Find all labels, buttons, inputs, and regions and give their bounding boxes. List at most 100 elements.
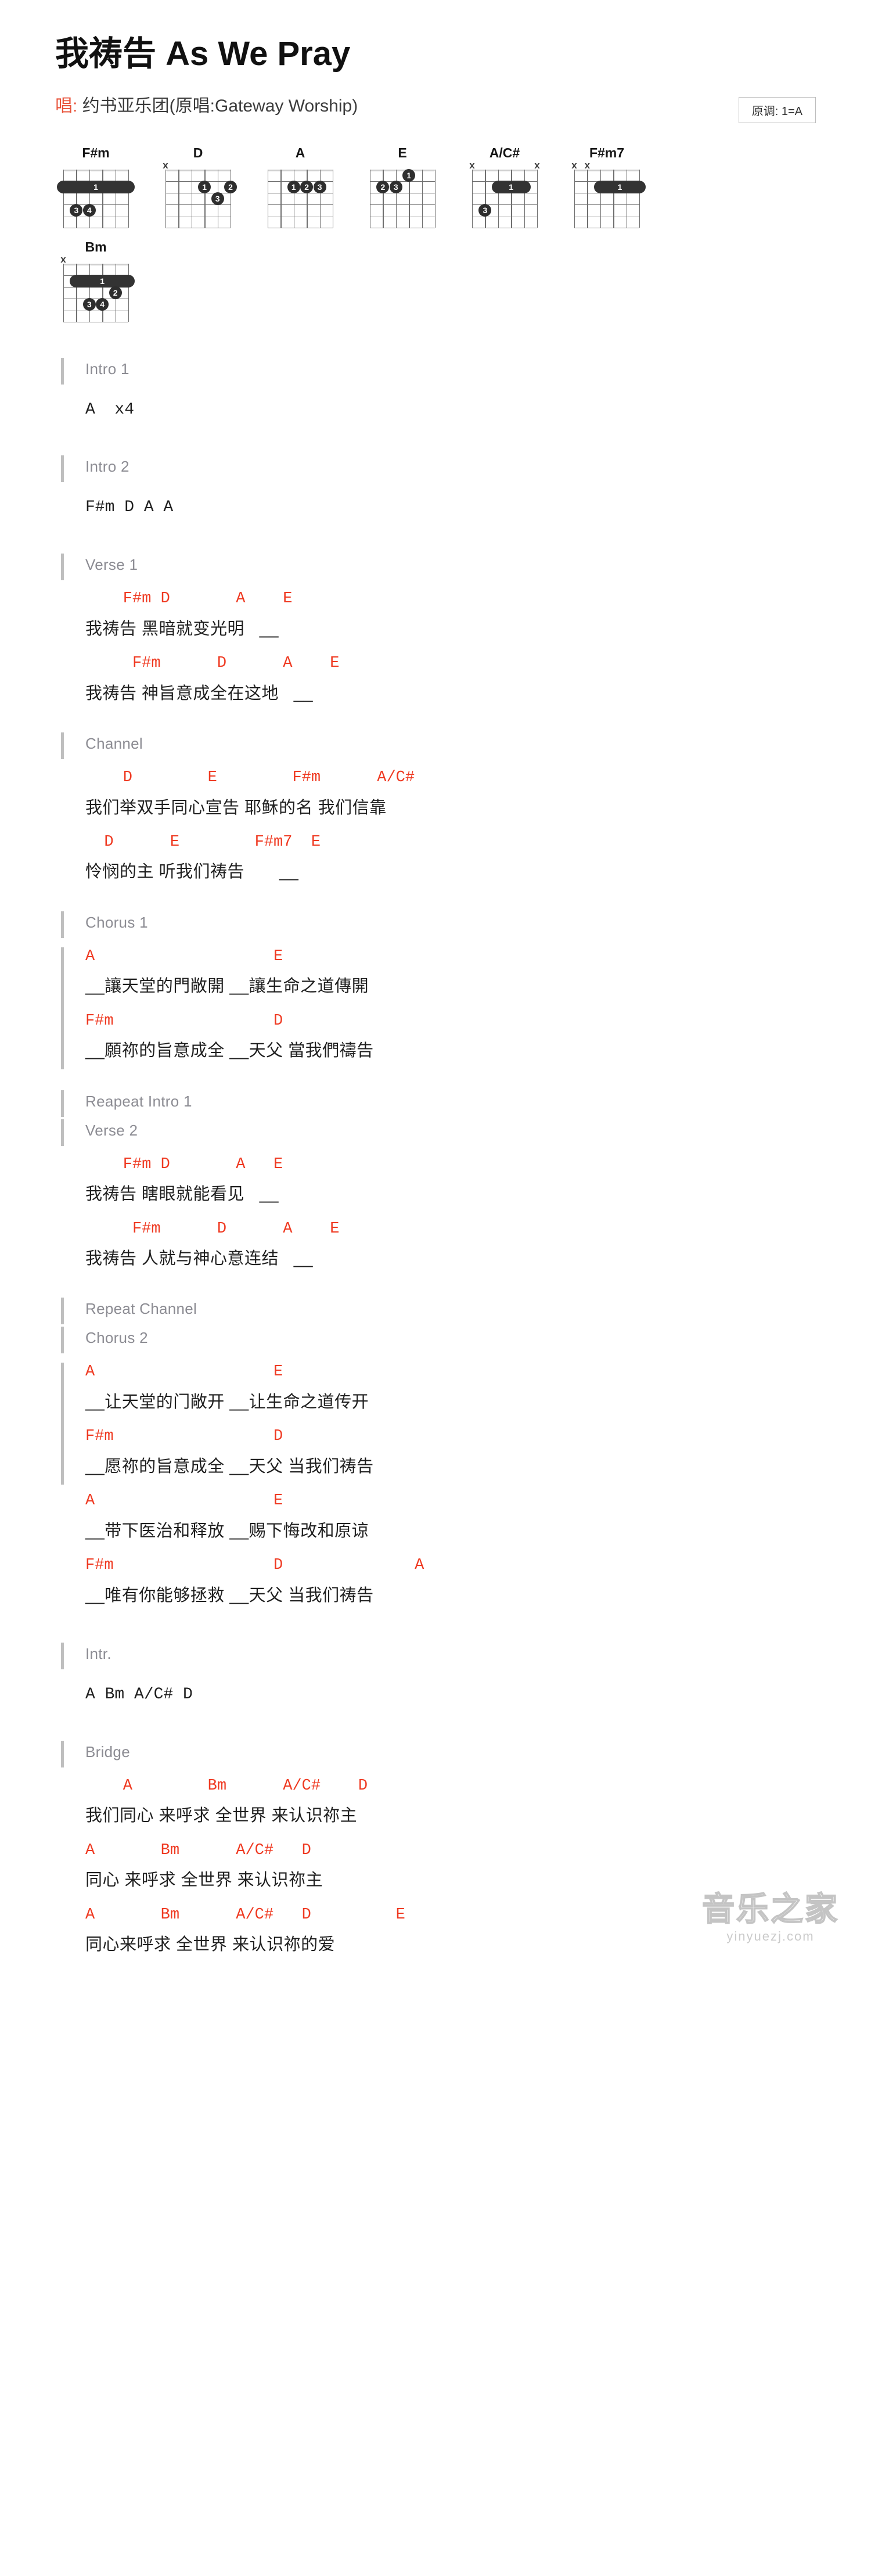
fret-line	[574, 204, 639, 206]
fret-line	[63, 310, 128, 311]
page-title: 我祷告 As We Pray	[55, 35, 351, 73]
chord-diagram-Fm: F#m 1 3 4	[55, 144, 136, 229]
section-verse-2: Verse 2	[55, 1117, 816, 1146]
chord-diagram-name: A	[295, 145, 305, 160]
finger-dot: 1	[198, 180, 211, 193]
nut-line	[574, 169, 639, 171]
chord-line: D E F#m A/C#	[85, 769, 415, 787]
section-label: Chorus 2	[85, 1329, 148, 1347]
lyric-line: __带下医治和释放 __赐下悔改和原谅	[85, 1521, 369, 1540]
chorus-2-content: A E __让天堂的门敞开 __让生命之道传开 F#m D __愿祢的旨意成全 …	[55, 1360, 816, 1623]
section-label: Channel	[85, 735, 143, 753]
mute-x-icon: x	[584, 159, 591, 171]
section-label: Repeat Channel	[85, 1300, 197, 1318]
finger-dot: 2	[376, 180, 390, 193]
chord-line: A E	[85, 1363, 283, 1381]
fret-line	[165, 215, 231, 217]
section-intro-2: Intro 2	[55, 453, 816, 483]
mute-x-icon: x	[60, 253, 66, 265]
lyric-line: 我祷告 神旨意成全在这地 __	[85, 684, 313, 703]
chord-diagram-Fm7: F#m7 x x 1	[566, 144, 647, 229]
string-line	[537, 169, 538, 228]
channel-content: D E F#m A/C# 我们举双手同心宣告 耶稣的名 我们信靠 D E F#m…	[55, 766, 816, 886]
chord-diagram-grid: xx1	[566, 159, 647, 229]
chord-diagram-grid: x1234	[55, 253, 136, 323]
chord-line: A Bm A/C# D	[85, 1777, 368, 1795]
byline-row: 唱: 约书亚乐团(原唱:Gateway Worship) 原调: 1=A	[55, 94, 816, 123]
page-header: 我祷告 As We Pray 唱: 约书亚乐团(原唱:Gateway Worsh…	[0, 0, 871, 123]
chord-diagram-name: E	[398, 145, 407, 160]
chord-line: A x4	[85, 400, 135, 419]
intr-content: A Bm A/C# D	[55, 1682, 816, 1708]
fretboard: 123	[165, 169, 237, 229]
finger-dot: 1	[402, 168, 416, 182]
section-channel: Channel	[55, 730, 816, 760]
artist-byline: 唱: 约书亚乐团(原唱:Gateway Worship)	[55, 94, 358, 119]
fretboard: 123	[268, 169, 334, 229]
section-intr: Intr.	[55, 1640, 816, 1669]
chord-line: F#m D A E	[85, 655, 340, 673]
section-chorus-1: Chorus 1	[55, 909, 816, 938]
intro-1-content: A x4	[55, 397, 816, 423]
string-line	[574, 169, 575, 228]
chord-sheet-page: 我祷告 As We Pray 唱: 约书亚乐团(原唱:Gateway Worsh…	[0, 0, 871, 1958]
lyric-line: 我祷告 人就与神心意连结 __	[85, 1249, 313, 1269]
fret-line	[63, 215, 128, 217]
watermark-domain-text: yinyuezj.com	[726, 1929, 815, 1944]
chorus-1-content: A E __讓天堂的門敞開 __讓生命之道傳開 F#m D __願祢的旨意成全 …	[55, 945, 816, 1069]
string-line	[63, 263, 64, 322]
chord-line: F#m D A	[85, 1557, 424, 1575]
muted-string-marks	[362, 161, 443, 170]
key-badge: 原调: 1=A	[738, 96, 816, 123]
chord-line: A Bm A/C# D	[85, 1685, 193, 1704]
nut-line	[370, 169, 435, 171]
barre-bar: 1	[491, 180, 531, 193]
section-repeat-intro-1: Reapeat Intro 1	[55, 1088, 816, 1117]
barre-bar: 1	[57, 180, 135, 193]
finger-dot: 2	[300, 180, 314, 193]
section-label: Chorus 1	[85, 913, 148, 931]
string-line	[613, 169, 614, 228]
string-line	[395, 169, 397, 228]
chord-diagram-name: F#m7	[589, 145, 625, 160]
string-line	[498, 169, 499, 228]
chord-diagram-grid: 123	[362, 161, 443, 229]
string-line	[600, 169, 602, 228]
fretboard: 13	[472, 169, 538, 229]
chord-diagram-grid: x123	[157, 160, 239, 229]
fret-line	[370, 204, 435, 206]
section-verse-1: Verse 1	[55, 551, 816, 581]
string-line	[165, 169, 167, 228]
section-label: Reapeat Intro 1	[85, 1092, 192, 1110]
muted-string-marks: x	[55, 253, 136, 265]
finger-dot: 4	[96, 297, 109, 311]
nut-line	[165, 169, 231, 171]
sing-label: 唱:	[55, 96, 78, 116]
chord-line: F#m D A E	[85, 1220, 340, 1238]
lyric-line: __让天堂的门敞开 __让生命之道传开	[85, 1392, 369, 1411]
muted-string-marks: xx	[464, 159, 545, 171]
section-label: Verse 1	[85, 556, 138, 574]
mute-x-icon: x	[469, 159, 475, 171]
finger-dot: 4	[82, 203, 96, 217]
chord-diagram-name: Bm	[85, 239, 107, 254]
string-line	[178, 169, 179, 228]
verse-2-content: F#m D A E 我祷告 瞎眼就能看见 __ F#m D A E 我祷告 人就…	[55, 1153, 816, 1273]
chord-line: F#m D A E	[85, 590, 293, 608]
string-line	[89, 263, 91, 322]
chord-line: A E	[85, 947, 283, 965]
chord-diagram-grid: xx13	[464, 159, 545, 229]
section-label: Intro 1	[85, 360, 129, 378]
finger-dot: 3	[82, 297, 96, 311]
mute-x-icon: x	[534, 159, 540, 171]
string-line	[422, 169, 423, 228]
lyric-line: __愿祢的旨意成全 __天父 当我们祷告	[85, 1457, 374, 1476]
chord-diagram-A: A 123	[260, 144, 341, 229]
artist-name: 约书亚乐团(原唱:Gateway Worship)	[82, 96, 358, 116]
nut-line	[268, 169, 333, 171]
lyric-line: __唯有你能够拯救 __天父 当我们祷告	[85, 1586, 374, 1605]
song-body: Intro 1 A x4 Intro 2 F#m D A A Verse 1 F…	[0, 332, 871, 1959]
finger-dot: 3	[389, 180, 402, 193]
lyric-line: 我祷告 瞎眼就能看见 __	[85, 1185, 279, 1204]
